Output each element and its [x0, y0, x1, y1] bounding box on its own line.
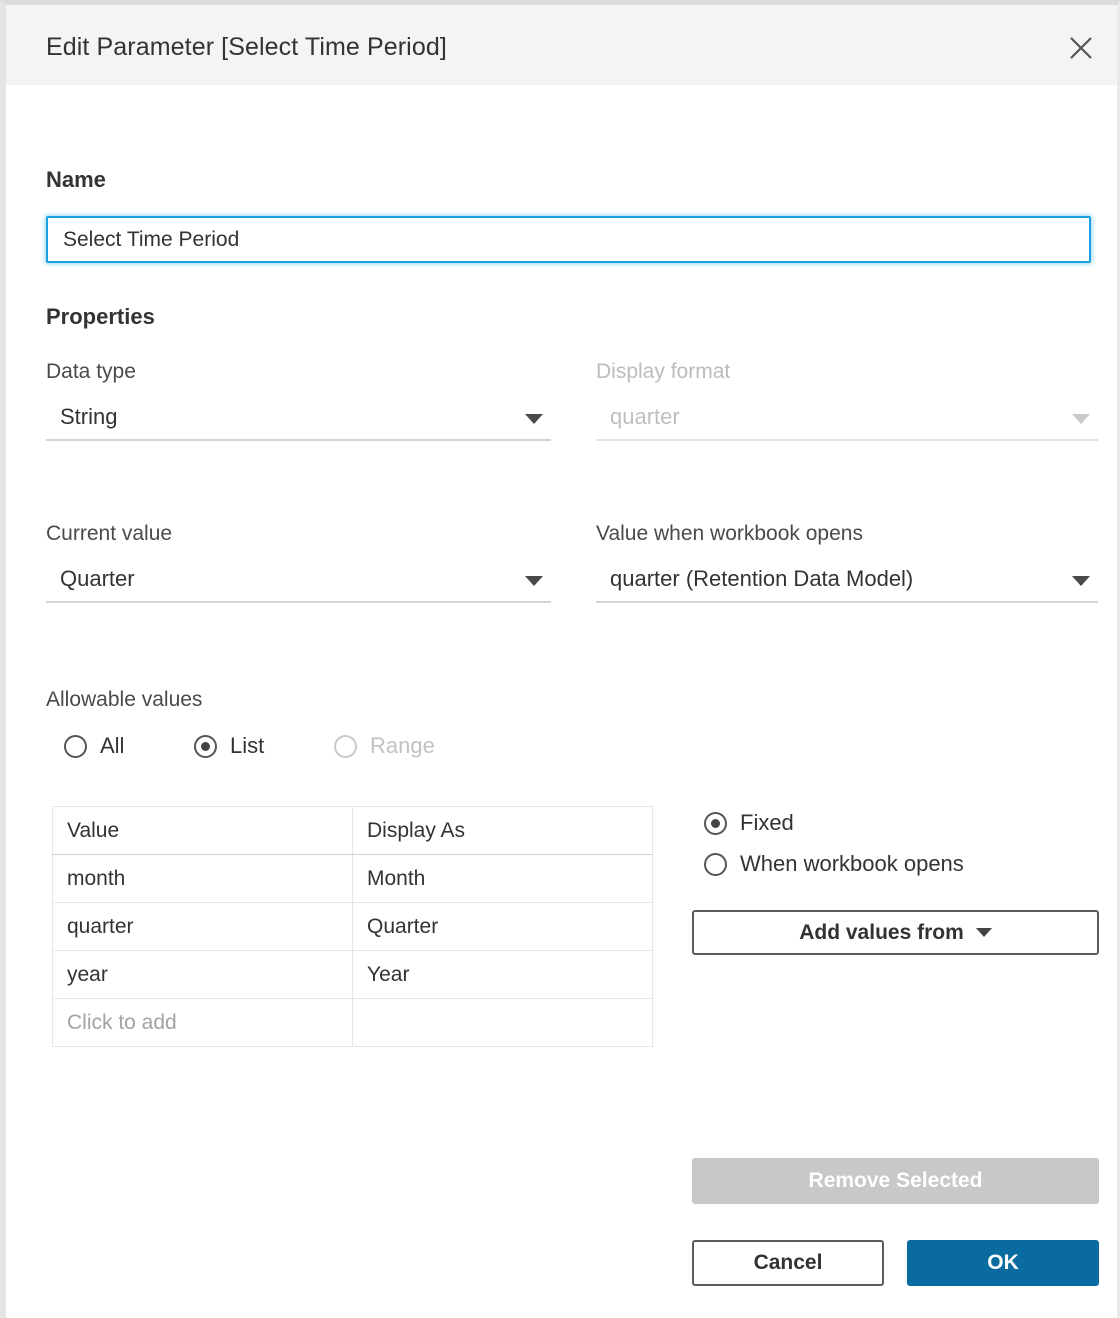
table-header-value: Value — [52, 806, 353, 855]
allowable-values-table[interactable]: Value Display As month Month quarter Qua… — [52, 806, 653, 1047]
chevron-down-icon — [1072, 576, 1090, 586]
cancel-label: Cancel — [753, 1251, 823, 1274]
allowable-values-label: Allowable values — [46, 688, 203, 711]
list-source-radio-fixed-label: Fixed — [740, 810, 794, 835]
list-source-radio-fixed[interactable]: Fixed — [704, 810, 794, 836]
allowable-radio-list-label: List — [230, 733, 265, 758]
radio-icon — [334, 734, 357, 758]
table-row[interactable]: year Year — [52, 950, 653, 999]
table-header-row: Value Display As — [52, 806, 653, 855]
properties-heading: Properties — [46, 304, 155, 329]
value-on-open-select[interactable]: quarter (Retention Data Model) — [596, 559, 1098, 603]
allowable-radio-range: Range — [334, 733, 435, 759]
current-value-select[interactable]: Quarter — [46, 559, 551, 603]
add-values-from-label: Add values from — [799, 920, 964, 944]
list-source-radio-on-open-label: When workbook opens — [740, 851, 964, 876]
remove-selected-button: Remove Selected — [692, 1158, 1099, 1204]
data-type-select[interactable]: String — [46, 397, 551, 441]
table-cell-value[interactable]: quarter — [52, 902, 353, 951]
table-add-row-cell[interactable]: Click to add — [52, 998, 353, 1047]
radio-icon — [194, 734, 217, 758]
display-format-value: quarter — [610, 404, 680, 429]
allowable-radio-all[interactable]: All — [64, 733, 124, 759]
table-header-display-as: Display As — [352, 806, 653, 855]
edit-parameter-dialog: Edit Parameter [Select Time Period] Name… — [0, 0, 1120, 1318]
value-on-open-label: Value when workbook opens — [596, 522, 863, 545]
ok-label: OK — [987, 1251, 1019, 1274]
list-source-radio-on-open[interactable]: When workbook opens — [704, 851, 964, 877]
ok-button[interactable]: OK — [907, 1240, 1099, 1286]
allowable-radio-list[interactable]: List — [194, 733, 264, 759]
chevron-down-icon — [525, 576, 543, 586]
add-values-from-button[interactable]: Add values from — [692, 910, 1099, 955]
chevron-down-icon — [1072, 414, 1090, 424]
allowable-radio-all-label: All — [100, 733, 125, 758]
chevron-down-icon — [525, 414, 543, 424]
table-cell-value[interactable]: month — [52, 854, 353, 903]
table-add-row-display-as-cell[interactable] — [352, 998, 653, 1047]
data-type-label: Data type — [46, 360, 136, 383]
current-value-value: Quarter — [60, 566, 135, 591]
close-icon[interactable] — [1063, 30, 1099, 66]
table-cell-value[interactable]: year — [52, 950, 353, 999]
remove-selected-label: Remove Selected — [808, 1169, 983, 1192]
dialog-titlebar: Edit Parameter [Select Time Period] — [6, 5, 1117, 85]
table-row[interactable]: month Month — [52, 854, 653, 903]
table-cell-display-as[interactable]: Quarter — [352, 902, 653, 951]
table-add-row[interactable]: Click to add — [52, 998, 653, 1047]
chevron-down-icon — [975, 928, 992, 937]
name-heading: Name — [46, 167, 106, 192]
dialog-title: Edit Parameter [Select Time Period] — [46, 33, 447, 61]
allowable-radio-range-label: Range — [370, 733, 435, 758]
value-on-open-value: quarter (Retention Data Model) — [610, 566, 914, 591]
cancel-button[interactable]: Cancel — [692, 1240, 884, 1286]
parameter-name-input[interactable] — [46, 216, 1091, 263]
display-format-select: quarter — [596, 397, 1098, 441]
radio-icon — [704, 811, 727, 835]
radio-icon — [704, 852, 727, 876]
table-row[interactable]: quarter Quarter — [52, 902, 653, 951]
data-type-value: String — [60, 404, 118, 429]
table-cell-display-as[interactable]: Year — [352, 950, 653, 999]
table-cell-display-as[interactable]: Month — [352, 854, 653, 903]
display-format-label: Display format — [596, 360, 731, 383]
current-value-label: Current value — [46, 522, 173, 545]
radio-icon — [64, 734, 87, 758]
